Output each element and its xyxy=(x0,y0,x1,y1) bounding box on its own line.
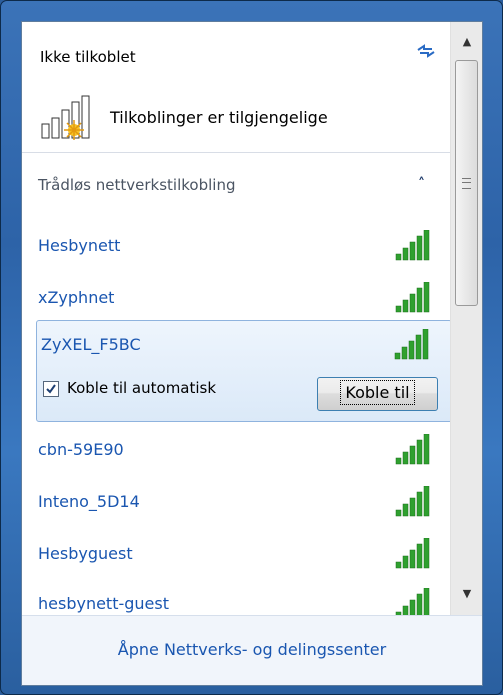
auto-connect-checkbox[interactable] xyxy=(43,381,59,397)
network-list-area: Ikke tilkoblet Tilkoblinger er tilgjenge… xyxy=(22,22,450,615)
signal-bar xyxy=(401,346,408,360)
signal-strength-icon xyxy=(395,486,430,517)
signal-bar xyxy=(402,555,409,569)
signal-bar xyxy=(402,247,409,261)
signal-bar xyxy=(416,543,423,569)
signal-bar xyxy=(423,538,430,569)
network-flyout-window: Ikke tilkoblet Tilkoblinger er tilgjenge… xyxy=(0,0,503,695)
refresh-icon[interactable] xyxy=(414,42,438,60)
signal-bar xyxy=(416,491,423,517)
network-item-cbn-59e90[interactable]: cbn-59E90 xyxy=(22,426,450,474)
signal-bar xyxy=(423,588,430,615)
signal-bar xyxy=(395,253,402,261)
signal-bar xyxy=(409,445,416,465)
divider xyxy=(22,152,450,153)
signal-bar xyxy=(395,561,402,569)
network-item-zyxel-f5bc-selected[interactable]: ZyXEL_F5BC Koble til automatisk Koble ti… xyxy=(36,320,450,422)
network-item-hesbynett[interactable]: Hesbynett xyxy=(22,222,450,270)
network-item-hesbynett-guest[interactable]: hesbynett-guest xyxy=(22,580,450,615)
signal-bar xyxy=(402,299,409,313)
footer: Åpne Nettverks- og delingssenter xyxy=(22,615,482,685)
network-name: hesbynett-guest xyxy=(38,594,169,613)
network-item-xzyphnet[interactable]: xZyphnet xyxy=(22,274,450,322)
open-network-center-link[interactable]: Åpne Nettverks- og delingssenter xyxy=(22,640,482,659)
signal-strength-icon xyxy=(395,538,430,569)
signal-bar xyxy=(415,334,422,360)
signal-bar xyxy=(423,434,430,465)
signal-strength-icon xyxy=(394,329,429,360)
signal-bar xyxy=(423,230,430,261)
signal-bar xyxy=(416,439,423,465)
signal-bar xyxy=(395,305,402,313)
network-name: Inteno_5D14 xyxy=(38,492,140,511)
connect-button[interactable]: Koble til xyxy=(317,377,438,411)
scroll-up-arrow-icon[interactable]: ▲ xyxy=(457,32,477,52)
auto-connect-label: Koble til automatisk xyxy=(67,379,217,397)
grip-icon xyxy=(462,178,471,189)
collapse-chevron-icon[interactable]: ˄ xyxy=(418,176,425,192)
signal-strength-icon xyxy=(395,588,430,615)
signal-bar xyxy=(416,287,423,313)
signal-bar xyxy=(423,486,430,517)
connection-status-title: Ikke tilkoblet xyxy=(40,48,136,66)
signal-bar xyxy=(394,352,401,360)
signal-bar xyxy=(395,457,402,465)
signal-bar xyxy=(402,503,409,517)
signal-bar xyxy=(402,605,409,615)
wireless-section-title: Trådløs nettverkstilkobling xyxy=(38,176,236,194)
vertical-scrollbar[interactable]: ▲ ▼ xyxy=(450,22,482,615)
checkmark-icon xyxy=(46,384,56,394)
network-name: xZyphnet xyxy=(38,288,115,307)
scroll-down-arrow-icon[interactable]: ▼ xyxy=(457,584,477,604)
signal-bar xyxy=(402,451,409,465)
signal-bar xyxy=(409,599,416,615)
network-panel: Ikke tilkoblet Tilkoblinger er tilgjenge… xyxy=(21,21,483,686)
signal-bar xyxy=(409,549,416,569)
availability-text: Tilkoblinger er tilgjengelige xyxy=(110,108,328,127)
signal-bar xyxy=(409,497,416,517)
connection-availability: Tilkoblinger er tilgjengelige xyxy=(40,94,440,142)
network-item-hesbyguest[interactable]: Hesbyguest xyxy=(22,530,450,578)
scrollbar-thumb[interactable] xyxy=(455,60,478,306)
network-name: Hesbyguest xyxy=(38,544,133,563)
signal-bar xyxy=(408,340,415,360)
signal-bar xyxy=(409,241,416,261)
signal-bar xyxy=(416,593,423,615)
no-connection-signal-icon xyxy=(41,95,90,140)
network-name: ZyXEL_F5BC xyxy=(41,335,141,354)
signal-bar xyxy=(395,509,402,517)
signal-bar xyxy=(423,282,430,313)
signal-strength-icon xyxy=(395,434,430,465)
signal-strength-icon xyxy=(395,282,430,313)
network-item-inteno-5d14[interactable]: Inteno_5D14 xyxy=(22,478,450,526)
network-name: cbn-59E90 xyxy=(38,440,124,459)
signal-bar xyxy=(422,329,429,360)
signal-strength-icon xyxy=(395,230,430,261)
network-name: Hesbynett xyxy=(38,236,121,255)
connect-button-label: Koble til xyxy=(340,380,415,405)
signal-bar xyxy=(416,235,423,261)
signal-bar xyxy=(409,293,416,313)
